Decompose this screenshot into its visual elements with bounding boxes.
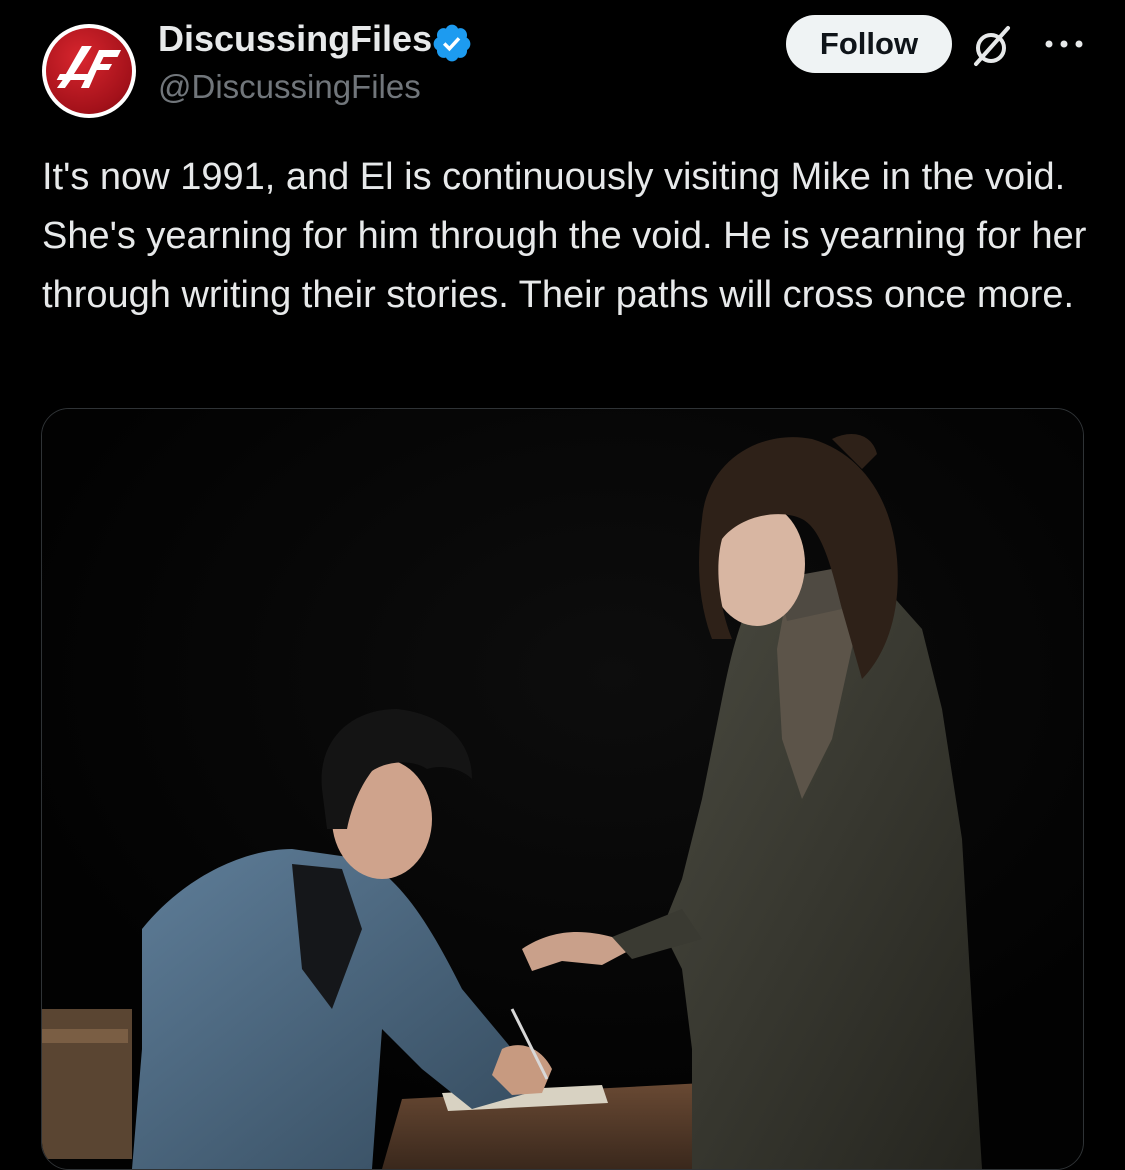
avatar-logo [46,28,132,114]
verified-badge-icon [433,24,471,62]
discussingfiles-logo-icon [56,46,122,88]
handle[interactable]: @DiscussingFiles [158,68,421,106]
photo-two-people-icon [42,409,1083,1169]
follow-button[interactable]: Follow [786,15,952,73]
tweet-media-image[interactable] [41,408,1084,1170]
display-name[interactable]: DiscussingFiles [158,18,432,60]
more-options-icon[interactable] [1044,34,1084,54]
tweet-text: It's now 1991, and El is continuously vi… [42,156,1087,316]
grok-icon[interactable] [970,24,1014,68]
avatar[interactable] [42,24,136,118]
